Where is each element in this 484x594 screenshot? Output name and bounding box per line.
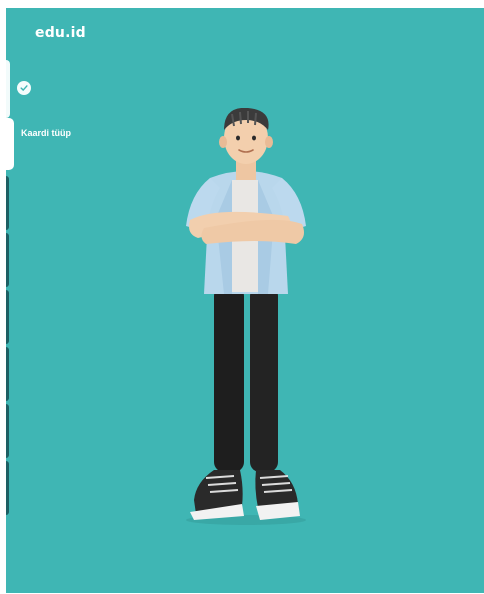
step-tab-pending[interactable] (6, 176, 9, 230)
step-label-card-type: Kaardi tüüp (21, 128, 72, 138)
character-illustration (186, 108, 306, 525)
onboarding-screen: edu.id Kaardi tüüp (6, 8, 484, 593)
step-tab-card-type[interactable] (6, 118, 14, 170)
step-tab-pending[interactable] (6, 461, 9, 515)
brand-logo: edu.id (35, 25, 86, 41)
step-tab-completed[interactable] (6, 60, 10, 118)
step-tab-pending[interactable] (6, 347, 9, 401)
step-tab-pending[interactable] (6, 233, 9, 287)
check-icon (17, 81, 31, 95)
step-tab-pending[interactable] (6, 404, 9, 458)
step-tab-pending[interactable] (6, 290, 9, 344)
